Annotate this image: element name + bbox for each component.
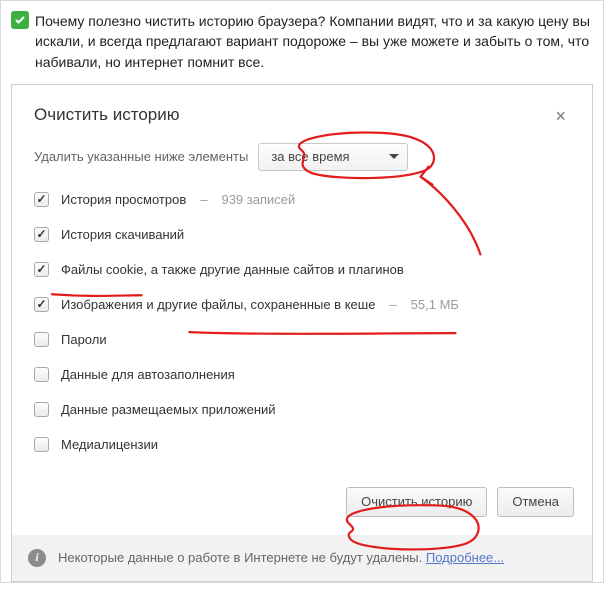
note-bar: i Некоторые данные о работе в Интернете … bbox=[12, 535, 592, 581]
option-row: История скачиваний bbox=[34, 220, 570, 249]
info-icon: i bbox=[28, 549, 46, 567]
separator: – bbox=[198, 192, 209, 207]
option-row: Пароли bbox=[34, 325, 570, 354]
option-label: Медиалицензии bbox=[61, 437, 158, 452]
option-row: Данные для автозаполнения bbox=[34, 360, 570, 389]
clear-history-dialog: Очистить историю × Удалить указанные ниж… bbox=[11, 84, 593, 582]
note-link[interactable]: Подробнее... bbox=[426, 550, 504, 565]
period-select-value: за все время bbox=[271, 149, 349, 164]
intro-block: Почему полезно чистить историю браузера?… bbox=[11, 7, 593, 84]
separator: – bbox=[387, 297, 398, 312]
option-row: Файлы cookie, а также другие данные сайт… bbox=[34, 255, 570, 284]
close-icon[interactable]: × bbox=[551, 105, 570, 127]
option-row: Данные размещаемых приложений bbox=[34, 395, 570, 424]
intro-text: Почему полезно чистить историю браузера?… bbox=[35, 11, 593, 72]
cancel-button[interactable]: Отмена bbox=[497, 487, 574, 517]
option-row: Изображения и другие файлы, сохраненные … bbox=[34, 290, 570, 319]
option-label: Данные размещаемых приложений bbox=[61, 402, 276, 417]
checkbox[interactable] bbox=[34, 367, 49, 382]
note-text-wrap: Некоторые данные о работе в Интернете не… bbox=[58, 550, 504, 565]
dialog-title: Очистить историю bbox=[34, 105, 179, 125]
option-label: История скачиваний bbox=[61, 227, 184, 242]
option-label: Изображения и другие файлы, сохраненные … bbox=[61, 297, 375, 312]
option-suffix: 939 записей bbox=[221, 192, 295, 207]
option-row: Медиалицензии bbox=[34, 430, 570, 459]
options-list: История просмотров–939 записейИстория ск… bbox=[34, 185, 570, 459]
chevron-down-icon bbox=[389, 154, 399, 159]
option-label: История просмотров bbox=[61, 192, 186, 207]
note-text: Некоторые данные о работе в Интернете не… bbox=[58, 550, 422, 565]
option-label: Файлы cookie, а также другие данные сайт… bbox=[61, 262, 404, 277]
checkbox[interactable] bbox=[34, 402, 49, 417]
checkbox[interactable] bbox=[34, 332, 49, 347]
clear-history-button[interactable]: Очистить историю bbox=[346, 487, 487, 517]
option-suffix: 55,1 МБ bbox=[411, 297, 459, 312]
option-label: Данные для автозаполнения bbox=[61, 367, 235, 382]
option-label: Пароли bbox=[61, 332, 107, 347]
checkbox[interactable] bbox=[34, 262, 49, 277]
checkbox[interactable] bbox=[34, 297, 49, 312]
option-row: История просмотров–939 записей bbox=[34, 185, 570, 214]
checkbox[interactable] bbox=[34, 192, 49, 207]
period-select[interactable]: за все время bbox=[258, 143, 408, 171]
period-label: Удалить указанные ниже элементы bbox=[34, 149, 248, 164]
checkbox[interactable] bbox=[34, 227, 49, 242]
check-icon bbox=[11, 11, 29, 29]
checkbox[interactable] bbox=[34, 437, 49, 452]
